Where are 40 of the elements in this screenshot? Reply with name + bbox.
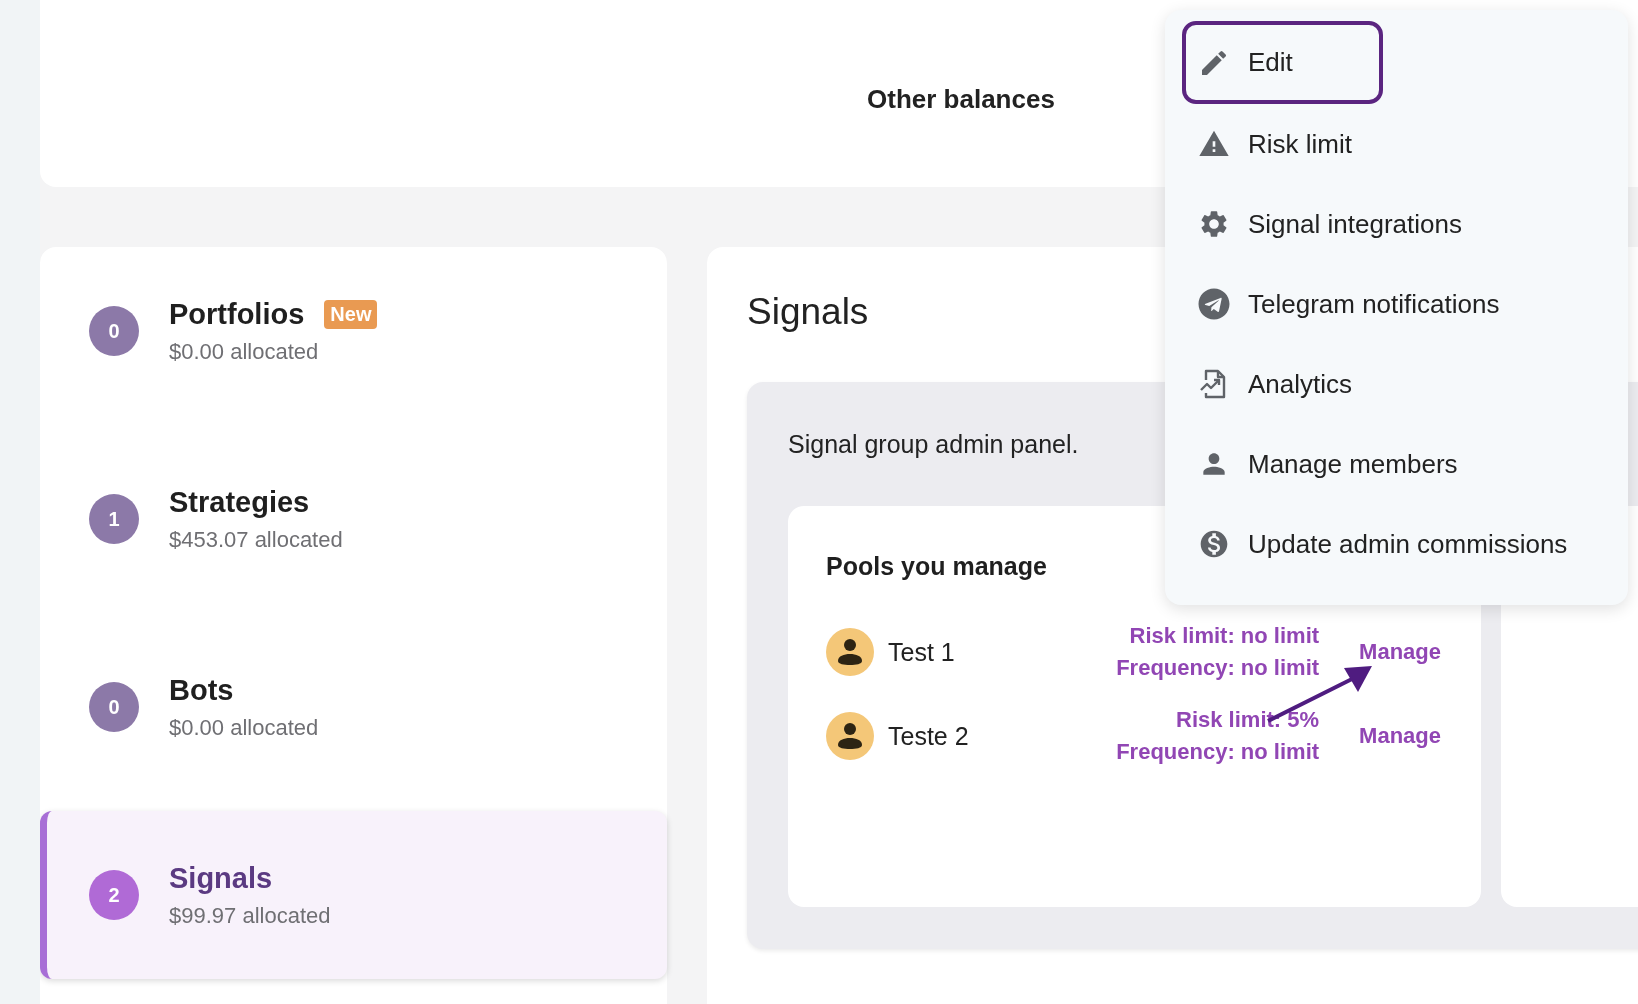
count-badge: 0 [89, 306, 139, 356]
card-title: Other balances [867, 84, 1055, 115]
manage-link[interactable]: Manage [1359, 723, 1441, 749]
page-title: Signals [747, 291, 869, 333]
paper-plane-icon [1198, 288, 1230, 320]
pool-name: Teste 2 [888, 721, 970, 751]
sidebar-item[interactable]: 2 Signals $99.97 allocated [40, 811, 667, 979]
menu-item[interactable]: Telegram notifications [1182, 264, 1500, 344]
allocated-amount: $453.07 allocated [169, 526, 343, 553]
allocated-amount: $99.97 allocated [169, 902, 331, 929]
menu-item[interactable]: Risk limit [1182, 104, 1352, 184]
dollar-icon [1198, 528, 1230, 560]
count-badge: 2 [89, 870, 139, 920]
item-title: Portfolios [169, 297, 305, 331]
frequency-limit: Frequency: no limit [1116, 655, 1320, 681]
manage-link[interactable]: Manage [1359, 639, 1441, 665]
card-title: Pools you manage [826, 552, 1048, 581]
avatar-icon [826, 712, 874, 760]
panel-description: Signal group admin panel. [788, 430, 1080, 459]
new-badge: New [324, 299, 378, 329]
menu-item[interactable]: Edit [1182, 21, 1383, 104]
item-title: Signals [169, 861, 273, 895]
allocated-amount: $0.00 allocated [169, 714, 319, 741]
risk-limit: Risk limit: 5% [1176, 707, 1320, 733]
menu-item[interactable]: Signal integrations [1182, 184, 1462, 264]
sidebar-item[interactable]: 0 Portfolios New $0.00 allocated [40, 247, 667, 415]
item-title: Strategies [169, 485, 310, 519]
sidebar-item[interactable]: 1 Strategies $453.07 allocated [40, 435, 667, 603]
item-title: Bots [169, 673, 234, 707]
risk-limit: Risk limit: no limit [1129, 623, 1320, 649]
allocated-amount: $0.00 allocated [169, 338, 320, 365]
count-badge: 1 [89, 494, 139, 544]
sidebar-item[interactable]: 0 Bots $0.00 allocated [40, 623, 667, 791]
menu-item[interactable]: Analytics [1182, 344, 1353, 424]
avatar-icon [826, 628, 874, 676]
pool-name: Test 1 [888, 637, 956, 667]
frequency-limit: Frequency: no limit [1116, 739, 1320, 765]
menu-item[interactable]: Manage members [1182, 424, 1458, 504]
menu-item[interactable]: Update admin commissions [1182, 504, 1568, 584]
count-badge: 0 [89, 682, 139, 732]
